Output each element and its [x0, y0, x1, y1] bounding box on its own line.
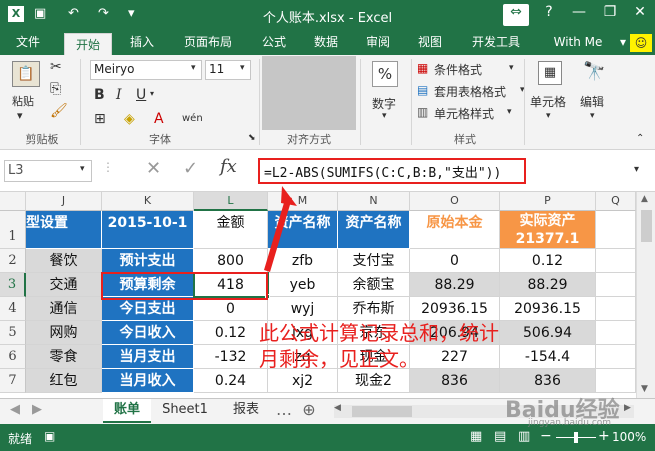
- scroll-left-icon[interactable]: ◀: [334, 403, 341, 413]
- zoom-out-icon[interactable]: −: [540, 428, 552, 444]
- normal-view-icon[interactable]: ▦: [470, 429, 482, 444]
- zoom-slider-thumb[interactable]: [574, 432, 578, 443]
- prev-sheet-icon[interactable]: ◀: [8, 399, 22, 423]
- annotation-text: 此公式计算记录总和，统计月剩余，见正文。: [259, 321, 499, 371]
- zoom-level[interactable]: 100%: [612, 430, 646, 444]
- macro-record-icon[interactable]: ▣: [44, 429, 55, 443]
- watermark-url: jingyan.baidu.com: [528, 418, 612, 428]
- h-scroll-thumb[interactable]: [352, 406, 412, 417]
- page-layout-view-icon[interactable]: ▤: [494, 429, 506, 444]
- status-bar: 就绪 ▣ ▦ ▤ ▥ − + 100%: [0, 424, 655, 451]
- new-sheet-icon[interactable]: ⊕: [298, 399, 320, 423]
- sheet-tab-report[interactable]: 报表: [226, 399, 266, 423]
- sheet-tab-bills[interactable]: 账单: [103, 399, 151, 423]
- zoom-in-icon[interactable]: +: [598, 428, 610, 444]
- sheet-tab-sheet1[interactable]: Sheet1: [158, 399, 212, 423]
- status-ready: 就绪: [8, 432, 33, 446]
- page-break-view-icon[interactable]: ▥: [518, 429, 530, 444]
- scroll-right-icon[interactable]: ▶: [624, 403, 631, 413]
- annotation-arrow: [264, 186, 297, 272]
- more-sheets-icon[interactable]: …: [272, 399, 296, 423]
- next-sheet-icon[interactable]: ▶: [30, 399, 44, 423]
